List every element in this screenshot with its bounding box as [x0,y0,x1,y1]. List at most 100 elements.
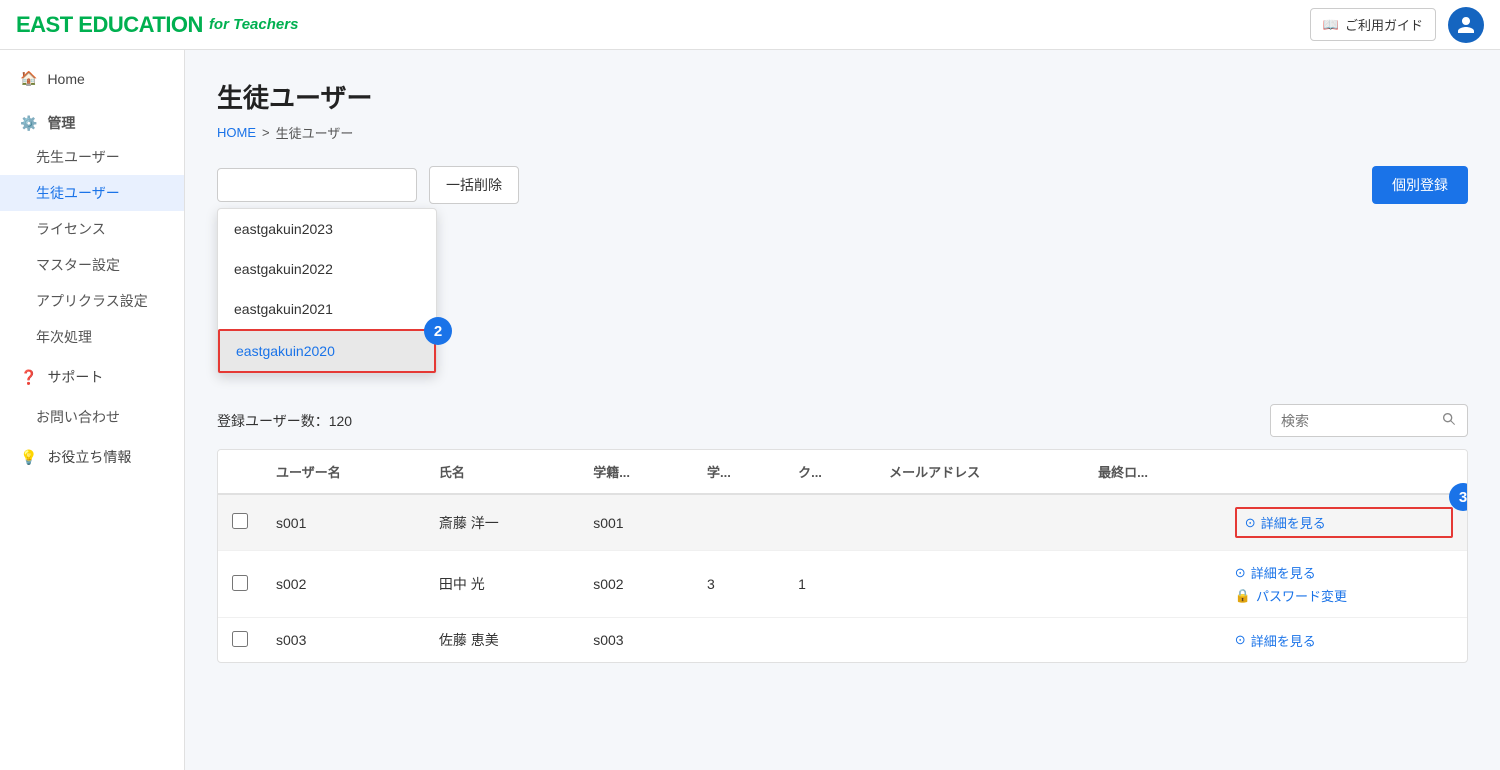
search-icon [1441,411,1457,427]
step2-badge: 2 [424,317,452,345]
search-input[interactable] [1271,406,1431,436]
guide-button[interactable]: 📖 ご利用ガイド [1310,8,1436,41]
header-right: 📖 ご利用ガイド [1310,7,1484,43]
row2-gakuseki: s002 [579,551,693,618]
col-checkbox [218,450,262,494]
detail-icon3: ⊙ [1235,632,1246,648]
row3-actions: ⊙ 詳細を見る [1221,618,1467,663]
dropdown-item-2023[interactable]: eastgakuin2023 [218,209,436,249]
detail-icon: ⊙ [1245,515,1256,531]
step2-circle: 2 [424,317,452,345]
support-icon: ❓ [20,369,37,386]
dropdown-item-2022[interactable]: eastgakuin2022 [218,249,436,289]
row1-fullname: 斎藤 洋一 [425,494,579,551]
col-email: メールアドレス [875,450,1084,494]
dropdown-item-2021[interactable]: eastgakuin2021 [218,289,436,329]
sidebar-item-kanri[interactable]: ⚙️ 管理 [0,99,184,139]
breadcrumb: HOME > 生徒ユーザー [217,123,1468,142]
register-button[interactable]: 個別登録 [1372,166,1468,204]
person-icon [1456,15,1476,35]
sidebar-item-nenjishori[interactable]: 年次処理 [0,319,184,355]
logo-teachers-text: for Teachers [209,16,298,33]
row1-action-links: ⊙ 詳細を見る [1235,507,1453,538]
sensei-label: 先生ユーザー [36,149,120,165]
row2-email [875,551,1084,618]
row1-checkbox-cell [218,494,262,551]
row2-action-links: ⊙ 詳細を見る 🔒 パスワード変更 [1235,563,1453,605]
table-row: s002 田中 光 s002 3 1 ⊙ 詳細を見る [218,551,1467,618]
sidebar-item-useful[interactable]: 💡 お役立ち情報 [0,435,184,479]
logo: EAST EDUCATION for Teachers [16,12,298,38]
sidebar-item-home[interactable]: 🏠 Home [0,58,184,99]
step3-circle: 3 [1449,483,1468,511]
license-label: ライセンス [36,221,106,237]
avatar-button[interactable] [1448,7,1484,43]
stats-row: 登録ユーザー数：120 [217,404,1468,437]
breadcrumb-home[interactable]: HOME [217,125,256,140]
appclass-label: アプリクラス設定 [36,293,148,309]
row3-ku [784,618,875,663]
header: EAST EDUCATION for Teachers 📖 ご利用ガイド [0,0,1500,50]
sidebar-item-sensei[interactable]: 先生ユーザー [0,139,184,175]
year-dropdown[interactable] [217,168,417,202]
row1-ku [784,494,875,551]
seito-label: 生徒ユーザー [36,185,120,201]
row1-detail-link[interactable]: ⊙ 詳細を見る [1245,513,1443,532]
contact-label: お問い合わせ [36,409,120,425]
step3-badge: 3 [1449,483,1468,511]
row2-actions: ⊙ 詳細を見る 🔒 パスワード変更 [1221,551,1467,618]
row2-username: s002 [262,551,425,618]
page-title: 生徒ユーザー [217,78,1468,115]
year-dropdown-menu: eastgakuin2023 eastgakuin2022 eastgakuin… [217,208,437,374]
sidebar-item-seito[interactable]: 生徒ユーザー [0,175,184,211]
row3-username: s003 [262,618,425,663]
col-gakuseki: 学籍... [579,450,693,494]
nenjishori-label: 年次処理 [36,329,92,345]
row3-email [875,618,1084,663]
search-button[interactable] [1431,405,1467,436]
row2-password-link[interactable]: 🔒 パスワード変更 [1235,586,1453,605]
sidebar-item-license[interactable]: ライセンス [0,211,184,247]
row3-last [1084,618,1221,663]
year-dropdown-wrapper: eastgakuin2023 eastgakuin2022 eastgakuin… [217,168,417,202]
row3-checkbox[interactable] [232,631,248,647]
table-row: s003 佐藤 恵美 s003 ⊙ 詳細を見る [218,618,1467,663]
breadcrumb-current: 生徒ユーザー [276,123,354,142]
master-label: マスター設定 [36,257,120,273]
row1-username: s001 [262,494,425,551]
row1-actions: ⊙ 詳細を見る 3 [1221,494,1467,551]
row3-checkbox-cell [218,618,262,663]
support-label: サポート [47,367,103,387]
sidebar-item-contact[interactable]: お問い合わせ [0,399,184,435]
row3-detail-link[interactable]: ⊙ 詳細を見る [1235,631,1453,650]
lock-icon: 🔒 [1235,588,1251,604]
bulk-delete-button[interactable]: 一括削除 [429,166,519,204]
detail-icon2: ⊙ [1235,565,1246,581]
layout: 🏠 Home ⚙️ 管理 先生ユーザー 生徒ユーザー ライセンス マスター設定 … [0,50,1500,770]
col-last: 最終ロ... [1084,450,1221,494]
useful-label: お役立ち情報 [47,447,131,467]
sidebar-item-support[interactable]: ❓ サポート [0,355,184,399]
row3-action-links: ⊙ 詳細を見る [1235,631,1453,650]
useful-icon: 💡 [20,449,37,466]
col-actions [1221,450,1467,494]
book-icon: 📖 [1323,17,1339,33]
sidebar-home-label: Home [47,71,84,87]
col-name: 氏名 [425,450,579,494]
row2-ku: 1 [784,551,875,618]
toolbar: eastgakuin2023 eastgakuin2022 eastgakuin… [217,166,1468,204]
row2-fullname: 田中 光 [425,551,579,618]
row2-checkbox[interactable] [232,575,248,591]
breadcrumb-sep: > [262,125,270,140]
home-icon: 🏠 [20,70,37,87]
sidebar: 🏠 Home ⚙️ 管理 先生ユーザー 生徒ユーザー ライセンス マスター設定 … [0,50,185,770]
dropdown-item-2020[interactable]: eastgakuin2020 2 [218,329,436,373]
row1-checkbox[interactable] [232,513,248,529]
row2-detail-link[interactable]: ⊙ 詳細を見る [1235,563,1453,582]
user-count: 登録ユーザー数：120 [217,411,352,431]
sidebar-item-master[interactable]: マスター設定 [0,247,184,283]
user-table-container: ユーザー名 氏名 学籍... 学... ク... メールアドレス 最終ロ... [217,449,1468,663]
logo-east-text: EAST EDUCATION [16,12,203,38]
sidebar-item-appclass[interactable]: アプリクラス設定 [0,283,184,319]
row3-gakuseki: s003 [579,618,693,663]
